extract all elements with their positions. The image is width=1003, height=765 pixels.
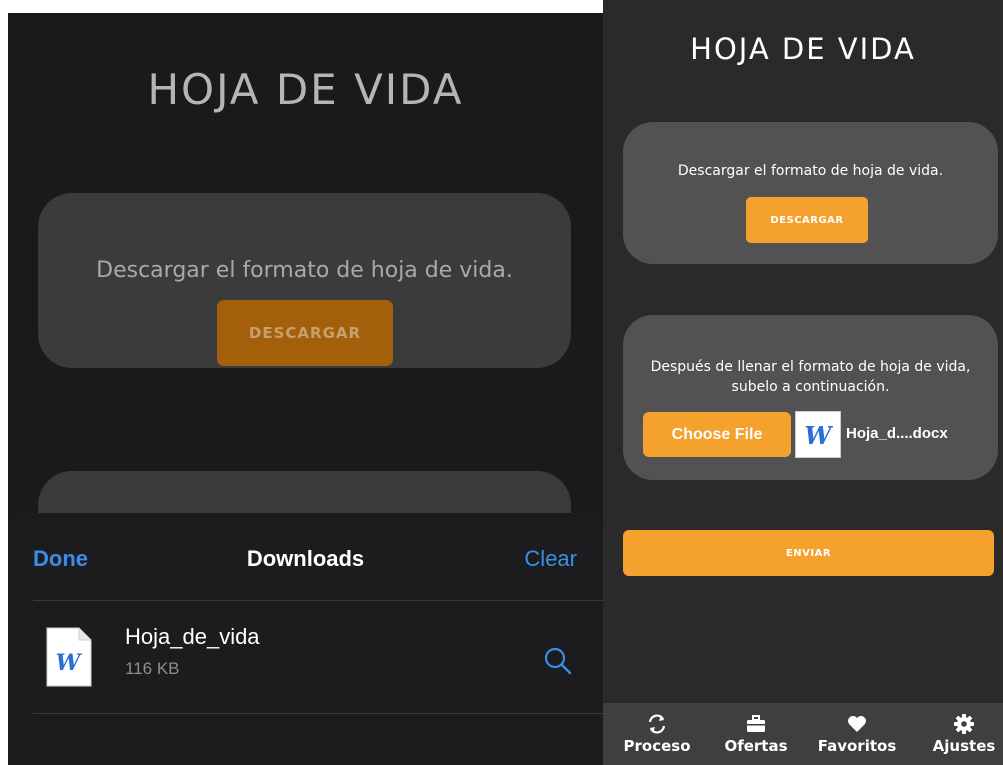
- screenshot-stage: HOJA DE VIDA Descargar el formato de hoj…: [0, 0, 1003, 765]
- download-button[interactable]: DESCARGAR: [217, 300, 393, 366]
- download-card-text: Descargar el formato de hoja de vida.: [677, 163, 944, 179]
- word-doc-icon[interactable]: W: [45, 626, 93, 688]
- search-icon[interactable]: [543, 646, 573, 676]
- heart-icon: [848, 716, 866, 732]
- upload-card: Después de llenar el formato de hoja de …: [623, 315, 998, 480]
- download-card: Descargar el formato de hoja de vida. DE…: [38, 193, 571, 368]
- tab-ajustes[interactable]: Ajustes: [925, 703, 1003, 765]
- tab-label: Favoritos: [817, 737, 897, 755]
- page-title: HOJA DE VIDA: [690, 32, 916, 66]
- clear-button[interactable]: Clear: [524, 546, 577, 572]
- svg-text:W: W: [805, 421, 833, 450]
- refresh-icon: [648, 714, 666, 734]
- briefcase-icon: [747, 715, 765, 732]
- upload-card-text: Después de llenar el formato de hoja de …: [650, 359, 971, 395]
- download-card: Descargar el formato de hoja de vida. DE…: [623, 122, 998, 264]
- downloads-sheet: Done Downloads Clear W Hoja_de_vida 116 …: [8, 513, 603, 765]
- selected-file-name: Hoja_d....docx: [846, 425, 948, 442]
- gear-icon: [954, 714, 974, 734]
- tab-proceso[interactable]: Proceso: [617, 703, 697, 765]
- divider: [33, 600, 603, 601]
- page-title: HOJA DE VIDA: [147, 65, 464, 114]
- sheet-title: Downloads: [246, 546, 365, 571]
- tab-label: Ajustes: [932, 737, 996, 755]
- download-card-text: Descargar el formato de hoja de vida.: [96, 258, 513, 283]
- svg-text:W: W: [56, 650, 83, 676]
- tab-label: Ofertas: [724, 737, 788, 755]
- word-doc-icon: W: [795, 411, 841, 458]
- bottom-tab-bar: Proceso Ofertas Favoritos Ajustes: [603, 703, 1003, 765]
- download-button[interactable]: DESCARGAR: [746, 197, 868, 243]
- tab-label: Proceso: [623, 737, 691, 755]
- submit-button[interactable]: ENVIAR: [623, 530, 994, 576]
- right-screen: HOJA DE VIDA Descargar el formato de hoj…: [603, 0, 1003, 765]
- file-name[interactable]: Hoja_de_vida: [125, 624, 260, 650]
- tab-ofertas[interactable]: Ofertas: [716, 703, 796, 765]
- choose-file-button[interactable]: Choose File: [643, 412, 791, 457]
- divider: [33, 713, 603, 714]
- left-screen: HOJA DE VIDA Descargar el formato de hoj…: [8, 13, 603, 765]
- file-size: 116 KB: [125, 659, 180, 678]
- tab-favoritos[interactable]: Favoritos: [811, 703, 903, 765]
